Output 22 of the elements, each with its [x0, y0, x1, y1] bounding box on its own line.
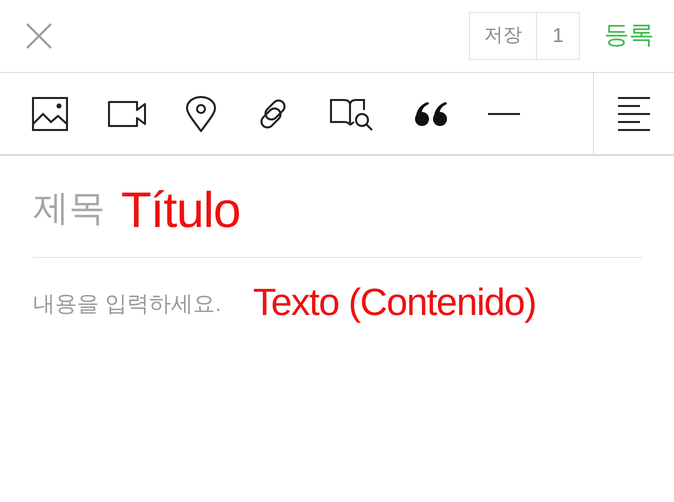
quotation-mark-icon	[414, 100, 448, 126]
close-button[interactable]	[24, 21, 54, 51]
quotation-mark-button[interactable]	[414, 100, 448, 126]
location-pin-button[interactable]	[186, 96, 216, 132]
publish-button[interactable]: 등록	[604, 17, 654, 55]
horizontal-line-icon	[488, 112, 520, 116]
content-annotation: Texto (Contenido)	[253, 284, 536, 322]
image-button[interactable]	[32, 96, 68, 130]
draft-count-button[interactable]: 1	[537, 13, 579, 59]
save-button[interactable]: 저장	[470, 13, 537, 59]
horizontal-line-button[interactable]	[488, 112, 520, 116]
video-camera-button[interactable]	[108, 100, 146, 128]
close-icon	[26, 23, 52, 49]
video-camera-icon	[108, 100, 146, 128]
title-annotation: Título	[121, 185, 240, 235]
location-pin-icon	[186, 96, 216, 132]
align-left-icon	[618, 96, 650, 130]
book-search-icon	[330, 96, 374, 130]
book-search-button[interactable]	[330, 96, 374, 130]
title-field[interactable]: 제목	[33, 181, 117, 235]
image-icon	[32, 96, 68, 130]
content-field[interactable]: 내용을 입력하세요.	[33, 286, 247, 320]
